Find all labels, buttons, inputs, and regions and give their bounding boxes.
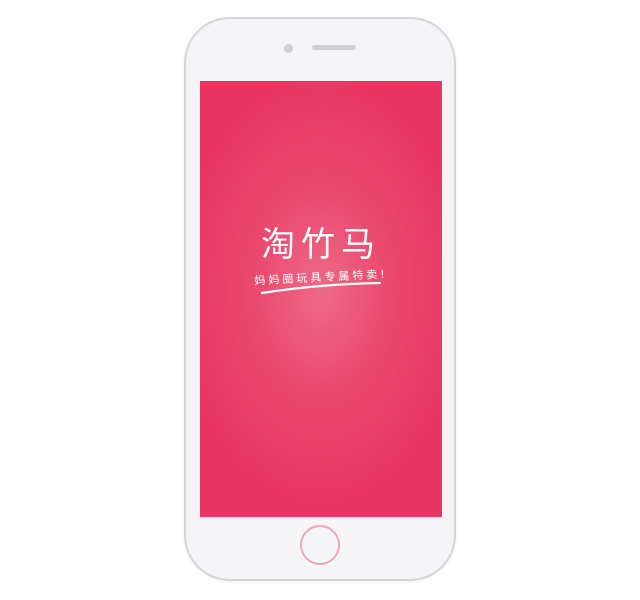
splash-screen[interactable]: 淘竹马 妈妈圈玩具专属特卖! (200, 81, 442, 517)
speaker-grille-icon (312, 45, 356, 50)
preview-canvas: 淘竹马 妈妈圈玩具专属特卖! (0, 0, 640, 600)
front-camera-icon (284, 44, 293, 53)
home-button[interactable] (300, 525, 340, 565)
tagline-underline-stroke (260, 281, 382, 295)
app-logo-title: 淘竹马 (261, 225, 381, 265)
phone-frame: 淘竹马 妈妈圈玩具专属特卖! (184, 17, 456, 581)
